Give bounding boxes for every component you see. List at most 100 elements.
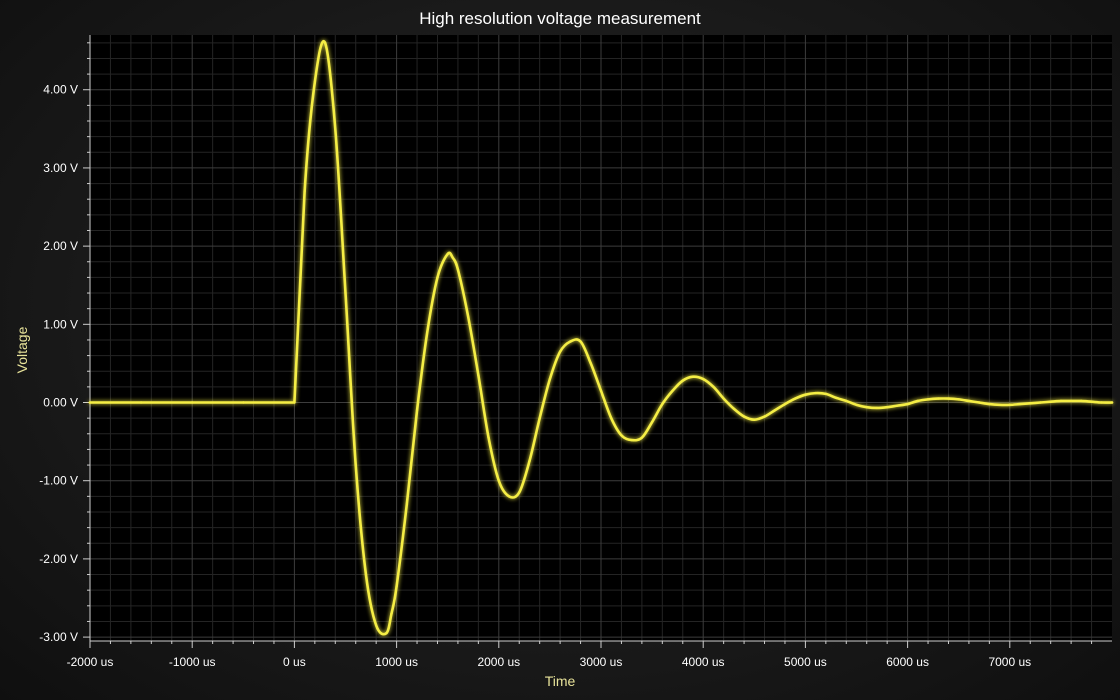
series-point [630,438,633,442]
x-tick-label: 2000 us [477,655,520,669]
series-point [885,406,889,409]
series-point [896,404,899,407]
series-point [569,340,572,343]
series-point [753,418,756,421]
series-point [528,459,531,463]
series-point [763,415,766,418]
series-point [722,397,725,400]
chart-svg: -2000 us -1000 us 0 us 1000 us 2000 us 3000 u… [14,9,1114,689]
series-point [1018,402,1022,406]
series-point [1069,399,1073,403]
series-point [477,373,480,377]
series-point [344,291,347,295]
series-point [732,407,736,410]
series-point [139,401,143,404]
series-point [548,377,552,381]
series-point [661,402,664,406]
series-point [589,362,592,365]
y-tick-label: -1.00 V [39,474,78,488]
series-point [374,624,378,627]
series-point [451,256,455,260]
series-point [681,379,684,382]
series-point [415,409,419,412]
chart-title: High resolution voltage measurement [419,9,701,28]
series-point [1059,399,1063,403]
series-point [610,416,613,420]
x-tick-label: 1000 us [375,655,418,669]
series-point [773,409,776,412]
series-point [518,491,521,494]
series-point [466,315,470,318]
series-point [783,402,787,406]
series-point [1080,399,1083,403]
series-point [497,479,500,482]
series-point [640,436,644,439]
x-axis-title: Time [545,673,576,689]
series-point [390,612,393,615]
series-point [1049,400,1052,403]
series-point [916,399,920,403]
x-tick-label: 7000 us [988,655,1031,669]
series-point [446,252,449,256]
y-tick-label: 2.00 V [43,239,78,253]
y-tick-label: 1.00 V [43,317,78,331]
y-tick-label: 4.00 V [43,83,78,97]
y-axis-ticks: 4.00 V 3.00 V 2.00 V 1.00 V 0.00 V -1.00 V -2.… [39,42,90,644]
x-tick-label: 0 us [283,655,306,669]
series-point [742,415,746,418]
series-point [599,389,603,392]
series-point [558,350,562,353]
series-point [487,436,490,439]
series-point [988,402,991,406]
series-point [793,397,797,400]
series-point [538,416,541,420]
series-point [456,268,460,271]
x-axis-ticks: -2000 us -1000 us 0 us 1000 us 2000 us 3000 u… [67,641,1093,669]
series-point [998,403,1001,407]
series-point [671,389,674,392]
y-axis-title: Voltage [14,326,30,373]
series-point [1110,401,1114,404]
y-tick-label: -3.00 V [39,630,78,644]
x-tick-label: 3000 us [580,655,623,669]
series-point [354,463,357,467]
series-point [313,80,317,84]
series-point [620,434,623,437]
series-point [88,401,92,404]
series-point [1100,401,1103,404]
series-point [426,330,429,334]
chart-container: -2000 us -1000 us 0 us 1000 us 2000 us 3000 u… [0,0,1120,700]
series-point [364,573,368,576]
series-point [712,385,715,389]
x-tick-label: 6000 us [886,655,929,669]
series-point [385,631,388,635]
series-point [436,276,439,279]
series-point [323,41,327,45]
series-point [334,127,337,131]
series-point [395,585,398,588]
series-point [977,401,981,404]
series-point [865,406,868,409]
series-point [191,401,194,404]
series-point [242,401,245,404]
series-point [579,340,582,343]
x-tick-label: 5000 us [784,655,827,669]
y-tick-label: 3.00 V [43,161,78,175]
series-point [1029,402,1032,405]
series-point [926,398,930,401]
series-point [875,406,879,410]
x-tick-label: -2000 us [67,655,114,669]
series-point [1008,403,1011,407]
series-point [937,397,940,400]
series-point [1039,401,1042,404]
series-point [834,396,838,400]
y-tick-label: 0.00 V [43,396,78,410]
series-point [702,377,705,381]
series-point [507,495,511,498]
series-point [650,420,654,424]
series-point [855,403,858,407]
series-point [824,392,828,396]
series-point [814,391,817,395]
series-point [293,401,296,404]
series-point [804,393,807,396]
